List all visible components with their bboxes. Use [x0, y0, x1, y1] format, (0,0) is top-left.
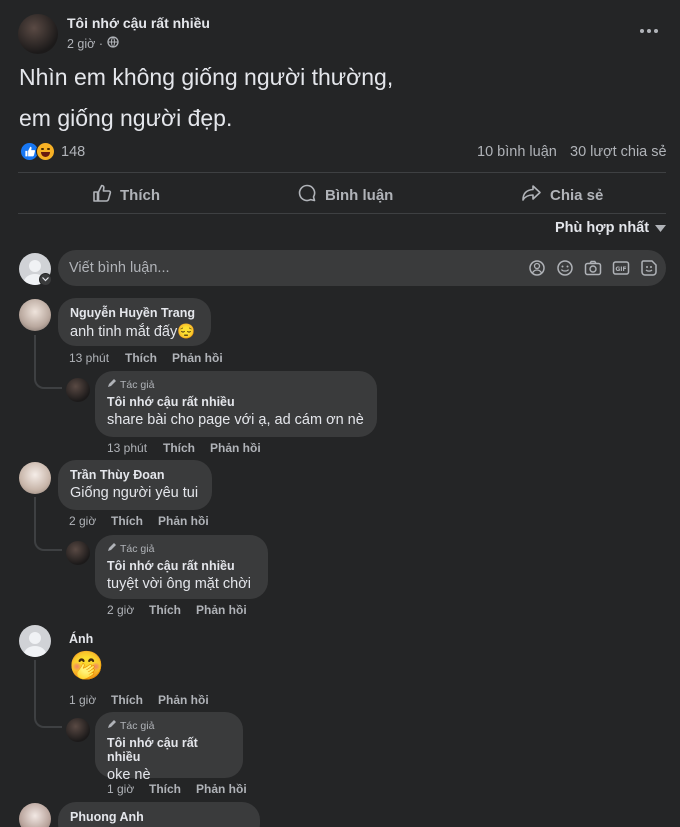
- author-tag: Tác giả: [107, 378, 365, 391]
- comment-reply-button[interactable]: Phản hồi: [158, 693, 209, 707]
- reply-reply-button[interactable]: Phản hồi: [196, 603, 247, 617]
- emoji-icon[interactable]: [556, 259, 574, 282]
- comment-bubble: Nguyễn Huyền Trang anh tinh mắt đấy😔: [58, 298, 211, 346]
- sort-label: Phù hợp nhất: [555, 220, 650, 236]
- comment-sort-dropdown[interactable]: Phù hợp nhất: [555, 220, 667, 236]
- post-author-avatar[interactable]: [18, 14, 58, 54]
- comment-like-button[interactable]: Thích: [125, 351, 157, 365]
- svg-text:GIF: GIF: [615, 266, 626, 273]
- reactions-summary[interactable]: 148: [20, 142, 85, 161]
- reply-bubble: Tác giả Tôi nhớ cậu rất nhiều tuyệt vời …: [95, 535, 268, 599]
- like-button-label: Thích: [120, 186, 160, 204]
- reply-like-button[interactable]: Thích: [149, 603, 181, 617]
- commenter-name[interactable]: Ánh: [69, 632, 93, 646]
- reply-like-button[interactable]: Thích: [149, 782, 181, 796]
- share-arrow-icon: [521, 183, 542, 207]
- comment-bubble: Trần Thùy Đoan Giống người yêu tui: [58, 460, 212, 510]
- thread-connector: [34, 660, 62, 728]
- reply-like-button[interactable]: Thích: [163, 441, 195, 455]
- reply-author-name[interactable]: Tôi nhớ cậu rất nhiều: [107, 395, 365, 409]
- comment-input-placeholder: Viết bình luận...: [69, 260, 170, 276]
- post-text-line-2: em giống người đẹp.: [19, 105, 233, 131]
- gif-icon[interactable]: GIF: [612, 259, 630, 282]
- comment-reply-button[interactable]: Phản hồi: [172, 351, 223, 365]
- haha-reaction-icon: [36, 142, 55, 161]
- comment-input[interactable]: Viết bình luận... GIF: [58, 250, 666, 286]
- commenter-avatar[interactable]: [19, 462, 51, 494]
- commenter-name[interactable]: Trần Thùy Đoan: [70, 468, 200, 482]
- commenter-name[interactable]: Nguyễn Huyền Trang: [70, 306, 199, 320]
- post-text-line-1: Nhìn em không giống người thường,: [19, 64, 394, 90]
- author-tag: Tác giả: [107, 542, 256, 555]
- comment-like-button[interactable]: Thích: [111, 693, 143, 707]
- camera-icon[interactable]: [584, 259, 602, 282]
- reply-bubble: Tác giả Tôi nhớ cậu rất nhiều share bài …: [95, 371, 377, 437]
- post-meta: 2 giờ ·: [67, 36, 119, 51]
- avatar-sticker-icon[interactable]: [528, 259, 546, 282]
- caret-down-icon: [655, 220, 667, 236]
- share-count[interactable]: 30 lượt chia sẻ: [570, 144, 667, 160]
- comment-reply-button[interactable]: Phản hồi: [158, 514, 209, 528]
- thumbs-up-icon: [92, 183, 112, 207]
- reply-bubble: Tác giả Tôi nhớ cậu rất nhiều oke nè: [95, 712, 243, 783]
- thread-connector: [34, 335, 62, 389]
- author-tag: Tác giả: [107, 719, 231, 732]
- commenter-avatar[interactable]: [19, 803, 51, 827]
- reply-text: tuyệt vời ông mặt chời: [107, 576, 251, 592]
- comment-time[interactable]: 13 phút: [69, 351, 109, 365]
- comment-button-label: Bình luận: [325, 186, 394, 204]
- author-reply-avatar[interactable]: [66, 718, 90, 742]
- more-options-icon[interactable]: [638, 22, 660, 40]
- comment-time[interactable]: 2 giờ: [69, 514, 96, 528]
- thread-connector: [34, 497, 62, 551]
- pencil-icon: [107, 719, 117, 732]
- reply-author-name[interactable]: Tôi nhớ cậu rất nhiều: [107, 736, 231, 764]
- comment-like-button[interactable]: Thích: [111, 514, 143, 528]
- comment-emoji: 🤭: [69, 650, 104, 681]
- share-button-label: Chia sẻ: [550, 186, 604, 204]
- reply-reply-button[interactable]: Phản hồi: [210, 441, 261, 455]
- reply-time[interactable]: 1 giờ: [107, 782, 134, 796]
- comment-time[interactable]: 1 giờ: [69, 693, 96, 707]
- pencil-icon: [107, 378, 117, 391]
- author-tag-label: Tác giả: [120, 542, 155, 555]
- chevron-down-icon[interactable]: [39, 273, 52, 286]
- globe-icon: [107, 36, 119, 51]
- author-reply-avatar[interactable]: [66, 378, 90, 402]
- commenter-name[interactable]: Phuong Anh: [70, 810, 248, 824]
- share-button[interactable]: Chia sẻ: [521, 183, 603, 207]
- commenter-avatar[interactable]: [19, 625, 51, 657]
- like-button[interactable]: Thích: [92, 183, 160, 207]
- comment-bubble: Phuong Anh: [58, 802, 260, 827]
- reply-time[interactable]: 13 phút: [107, 441, 147, 455]
- speech-bubble-icon: [297, 183, 317, 207]
- comment-text: Giống người yêu tui: [70, 485, 199, 501]
- author-tag-label: Tác giả: [120, 719, 155, 732]
- reply-author-name[interactable]: Tôi nhớ cậu rất nhiều: [107, 559, 256, 573]
- author-tag-label: Tác giả: [120, 378, 155, 391]
- reply-text: share bài cho page với ạ, ad cám ơn nè: [107, 412, 364, 428]
- sticker-icon[interactable]: [640, 259, 658, 282]
- pencil-icon: [107, 542, 117, 555]
- comment-count[interactable]: 10 bình luận: [477, 144, 557, 160]
- post-author-name[interactable]: Tôi nhớ cậu rất nhiều: [67, 15, 210, 31]
- divider: [18, 213, 666, 214]
- author-reply-avatar[interactable]: [66, 541, 90, 565]
- comment-button[interactable]: Bình luận: [297, 183, 393, 207]
- reaction-count: 148: [61, 143, 86, 160]
- reply-text: oke nè: [107, 767, 151, 783]
- reply-reply-button[interactable]: Phản hồi: [196, 782, 247, 796]
- comment-text: anh tinh mắt đấy😔: [70, 324, 196, 340]
- reply-time[interactable]: 2 giờ: [107, 603, 134, 617]
- commenter-avatar[interactable]: [19, 299, 51, 331]
- divider: [18, 172, 666, 173]
- post-time[interactable]: 2 giờ ·: [67, 37, 103, 51]
